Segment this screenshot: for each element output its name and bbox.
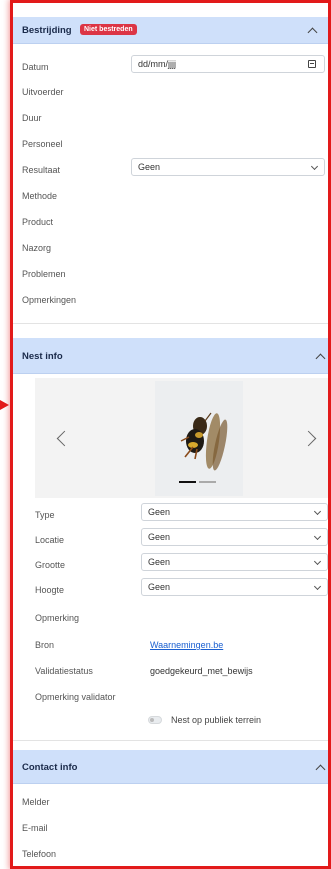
locatie-value: Geen (148, 532, 171, 542)
divider (13, 740, 328, 741)
chevron-down-icon (310, 162, 319, 171)
bron-link[interactable]: Waarnemingen.be (150, 640, 223, 650)
melder-label: Melder (22, 797, 50, 807)
next-arrow-icon[interactable] (300, 430, 317, 447)
pointer-arrow (0, 400, 9, 410)
grootte-value: Geen (148, 557, 171, 567)
chevron-down-icon (313, 582, 322, 591)
nest-info-title: Nest info (22, 351, 63, 362)
photo-carousel (35, 378, 328, 498)
product-label: Product (22, 217, 54, 227)
resultaat-select[interactable]: Geen (131, 158, 325, 176)
type-label: Type (35, 510, 55, 520)
locatie-label: Locatie (35, 535, 65, 545)
chevron-up-icon[interactable] (315, 353, 326, 364)
grootte-label: Grootte (35, 560, 66, 570)
uitvoerder-label: Uitvoerder (22, 87, 64, 97)
status-badge: Niet bestreden (80, 24, 137, 35)
nest-info-header[interactable]: Nest info (13, 338, 328, 374)
problemen-label: Problemen (22, 269, 66, 279)
locatie-select[interactable]: Geen (141, 528, 328, 546)
telefoon-label: Telefoon (22, 849, 57, 859)
slide-indicator-active[interactable] (179, 481, 196, 483)
chevron-up-icon[interactable] (307, 27, 318, 38)
bestrijding-title: Bestrijding (22, 25, 72, 36)
bestrijding-header[interactable]: Bestrijding Niet bestreden (13, 17, 328, 44)
chevron-down-icon (313, 507, 322, 516)
detail-panel: Bestrijding Niet bestreden Datum dd/mm/j… (10, 0, 331, 869)
opmerking-validator-label: Opmerking validator (35, 692, 116, 702)
personeel-label: Personeel (22, 139, 63, 149)
calendar-icon[interactable] (308, 60, 316, 68)
contact-info-title: Contact info (22, 762, 78, 773)
opmerkingen-label: Opmerkingen (22, 295, 77, 305)
chevron-up-icon[interactable] (315, 764, 326, 775)
publiek-terrein-toggle[interactable] (148, 716, 162, 724)
resultaat-value: Geen (138, 162, 161, 172)
prev-arrow-icon[interactable] (56, 430, 73, 447)
hornet-image (155, 381, 243, 496)
chevron-down-icon (313, 557, 322, 566)
datum-input[interactable]: dd/mm/jjjj (131, 55, 325, 73)
duur-label: Duur (22, 113, 42, 123)
validatiestatus-value: goedgekeurd_met_bewijs (150, 666, 253, 676)
methode-label: Methode (22, 191, 58, 201)
divider (13, 323, 328, 324)
chevron-down-icon (313, 532, 322, 541)
grootte-select[interactable]: Geen (141, 553, 328, 571)
contact-info-header[interactable]: Contact info (13, 750, 328, 784)
hoogte-label: Hoogte (35, 585, 65, 595)
email-label: E-mail (22, 823, 48, 833)
hoogte-select[interactable]: Geen (141, 578, 328, 596)
resultaat-label: Resultaat (22, 165, 61, 175)
bron-label: Bron (35, 640, 55, 650)
datum-label: Datum (22, 62, 49, 72)
validatiestatus-label: Validatiestatus (35, 666, 93, 676)
slide-indicator[interactable] (199, 481, 216, 483)
nazorg-label: Nazorg (22, 243, 52, 253)
type-value: Geen (148, 507, 171, 517)
type-select[interactable]: Geen (141, 503, 328, 521)
datum-placeholder: dd/mm/jjjj (138, 59, 177, 69)
publiek-terrein-label: Nest op publiek terrein (171, 715, 262, 725)
nest-photo[interactable] (155, 381, 243, 496)
opmerking-label: Opmerking (35, 613, 80, 623)
hoogte-value: Geen (148, 582, 171, 592)
